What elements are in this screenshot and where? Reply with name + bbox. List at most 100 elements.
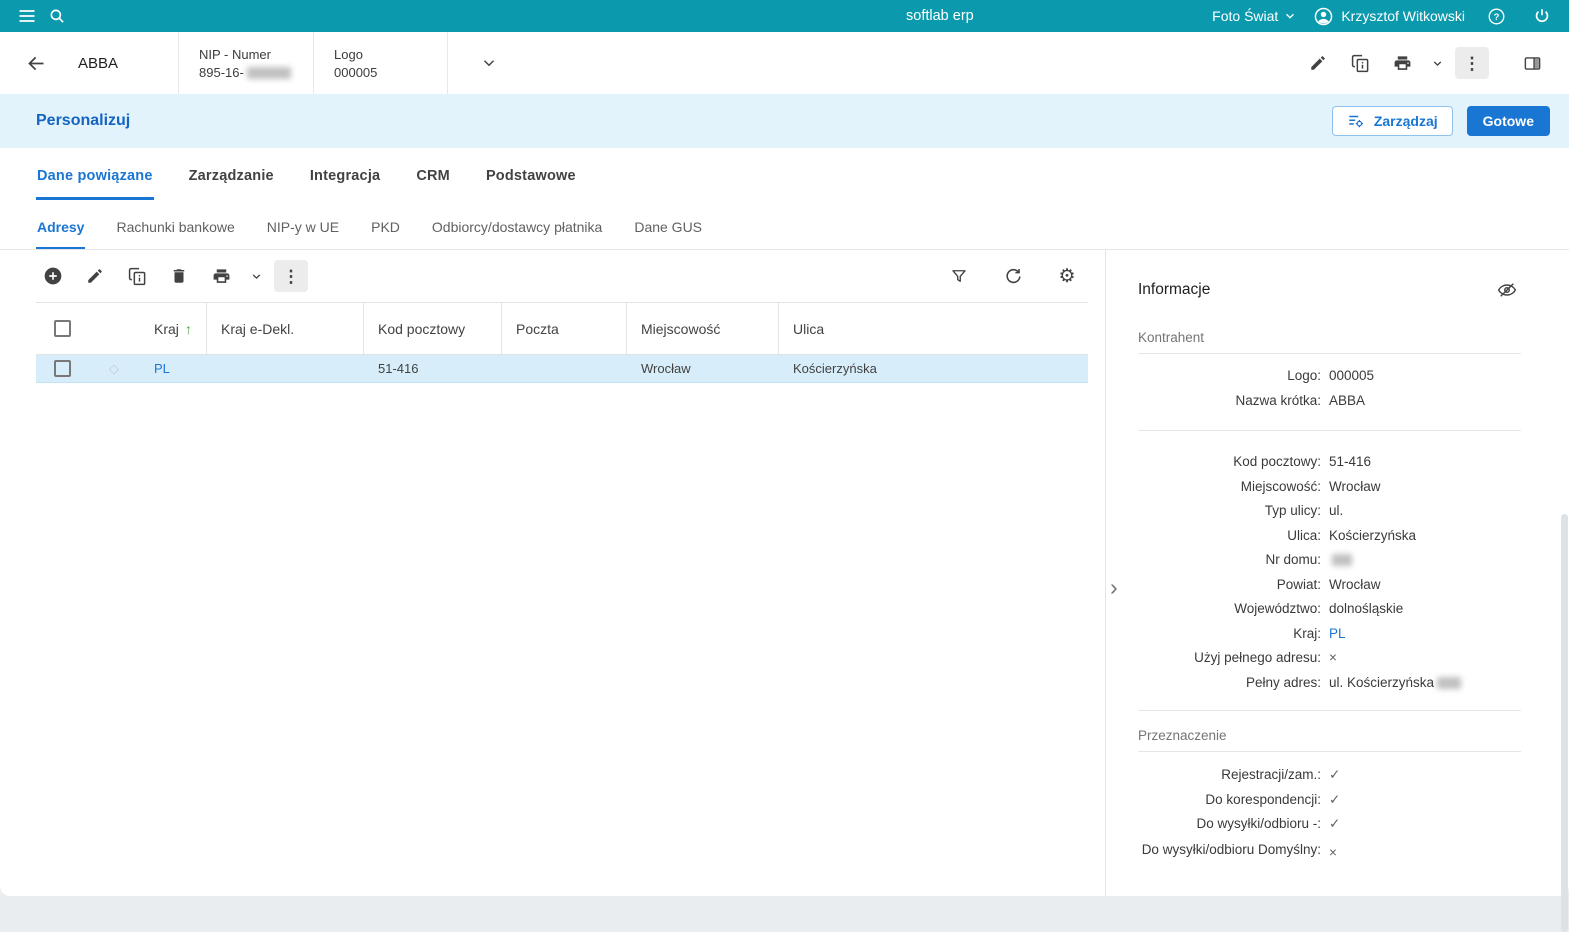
edit-button[interactable] [1301,47,1335,79]
refresh-icon [1004,267,1023,286]
kebab-menu-icon: ⋮ [1463,53,1481,73]
section-title-kontrahent: Kontrahent [1138,330,1205,345]
divider [1138,430,1521,431]
column-header-kraj-edekl[interactable]: Kraj e-Dekl. [207,303,364,354]
check-mark: ✓ [1329,791,1341,807]
subtab-pkd[interactable]: PKD [370,200,401,249]
tab-integracja[interactable]: Integracja [309,148,382,200]
search-icon [48,7,66,25]
collapse-panel-button[interactable]: › [1110,576,1118,599]
column-header-miejscowosc[interactable]: Miejscowość [627,303,779,354]
scrollbar[interactable] [1561,514,1568,932]
chevron-down-icon [1283,9,1297,23]
diamond-icon: ◇ [109,360,119,376]
redacted-value [1437,676,1462,689]
column-header-kraj[interactable]: Kraj ↑ [140,303,207,354]
add-button[interactable] [36,260,70,292]
print-table-options-button[interactable] [246,260,266,292]
more-actions-button[interactable]: ⋮ [1455,47,1489,79]
print-options-button[interactable] [1427,47,1447,79]
table-row[interactable]: ◇ PL 51-416 Wrocław Kościerzyńska [36,355,1088,383]
edit-row-button[interactable] [78,260,112,292]
table-toolbar: ⋮ ⚙ [36,250,1088,302]
select-all-checkbox[interactable] [53,320,71,337]
printer-icon [212,267,231,286]
cell-poczta [502,355,627,383]
arrow-left-icon [26,53,47,74]
cross-mark: × [1329,844,1337,860]
table-settings-button[interactable]: ⚙ [1050,260,1084,292]
manage-settings-icon [1347,112,1365,130]
kraj-link[interactable]: PL [154,361,170,376]
cell-miejscowosc: Wrocław [627,355,779,383]
help-icon: ? [1487,7,1506,26]
header-expand-button[interactable] [474,48,504,78]
gear-icon: ⚙ [1058,265,1076,287]
company-name: Foto Świat [1212,8,1279,24]
kraj-value-link[interactable]: PL [1329,622,1521,647]
sort-asc-icon[interactable]: ↑ [185,321,192,337]
table-more-button[interactable]: ⋮ [274,260,308,292]
divider [1138,353,1521,354]
subtab-rachunki-bankowe[interactable]: Rachunki bankowe [115,200,235,249]
section-title-przeznaczenie: Przeznaczenie [1138,728,1227,743]
kebab-menu-icon: ⋮ [282,266,300,286]
field-rejestracji-zam: Rejestracji/zam.: ✓ [1138,763,1521,788]
back-button[interactable] [20,47,52,79]
nip-value: 895-16- [199,65,293,80]
search-button[interactable] [42,1,72,31]
print-button[interactable] [1385,47,1419,79]
redacted-value [246,67,291,80]
field-powiat: Powiat: Wrocław [1276,576,1381,592]
row-checkbox[interactable] [53,360,71,377]
hide-panel-button[interactable] [1493,278,1521,302]
duplicate-button[interactable] [1343,47,1377,79]
column-header-kod-pocztowy[interactable]: Kod pocztowy [364,303,502,354]
done-button[interactable]: Gotowe [1466,106,1550,136]
company-selector[interactable]: Foto Świat [1212,8,1297,24]
refresh-button[interactable] [996,260,1030,292]
header-field-logo: Logo 000005 [313,32,448,94]
columns-button[interactable] [1515,47,1549,79]
copy-info-icon [1351,54,1370,73]
subtab-adresy[interactable]: Adresy [36,200,86,249]
page-footer [0,896,1569,932]
content: ⋮ ⚙ Kraj ↑ Kraj e-Dekl. Kod pocztowy Poc… [0,250,1569,896]
pencil-icon [1309,54,1327,72]
column-header-ulica[interactable]: Ulica [779,303,1088,354]
row-marker-cell: ◇ [88,355,140,383]
tab-dane-powiazane[interactable]: Dane powiązane [36,148,154,200]
field-uzyj-pelnego-adresu: Użyj pełnego adresu: × [1138,646,1521,671]
tab-podstawowe[interactable]: Podstawowe [485,148,577,200]
column-header-poczta[interactable]: Poczta [502,303,627,354]
logout-button[interactable] [1527,1,1557,31]
duplicate-row-button[interactable] [120,260,154,292]
filter-button[interactable] [942,260,976,292]
add-circle-icon [43,266,63,286]
record-header: ABBA NIP - Numer 895-16- Logo 000005 ⋮ [0,32,1569,94]
screen: softlab erp Foto Świat Krzysztof Witkows… [0,0,1569,932]
addresses-pane: ⋮ ⚙ Kraj ↑ Kraj e-Dekl. Kod pocztowy Poc… [0,250,1105,896]
delete-button[interactable] [162,260,196,292]
user-menu[interactable]: Krzysztof Witkowski [1313,6,1465,27]
toolbar-right: ⚙ [942,260,1088,292]
menu-button[interactable] [12,1,42,31]
przeznaczenie-fields: Rejestracji/zam.: ✓ Do korespondencji: ✓… [1138,763,1521,865]
subtab-odbiorcy-dostawcy[interactable]: Odbiorcy/dostawcy płatnika [431,200,603,249]
tab-crm[interactable]: CRM [415,148,451,200]
nip-label: NIP - Numer [199,46,271,62]
field-nazwa-krotka: Nazwa krótka: ABBA [1235,392,1366,408]
topbar: softlab erp Foto Świat Krzysztof Witkows… [0,0,1569,32]
tab-zarzadzanie[interactable]: Zarządzanie [188,148,275,200]
redacted-value [1332,554,1352,567]
manage-button[interactable]: Zarządzaj [1331,106,1453,136]
manage-button-label: Zarządzaj [1373,113,1438,129]
app-card: ABBA NIP - Numer 895-16- Logo 000005 ⋮ P… [0,32,1569,896]
pencil-icon [86,267,104,285]
header-marker-cell [88,303,140,354]
personalize-bar: Personalizuj Zarządzaj Gotowe [0,94,1569,148]
help-button[interactable]: ? [1481,1,1511,31]
subtab-nipy-w-ue[interactable]: NIP-y w UE [266,200,340,249]
print-table-button[interactable] [204,260,238,292]
subtab-dane-gus[interactable]: Dane GUS [633,200,703,249]
